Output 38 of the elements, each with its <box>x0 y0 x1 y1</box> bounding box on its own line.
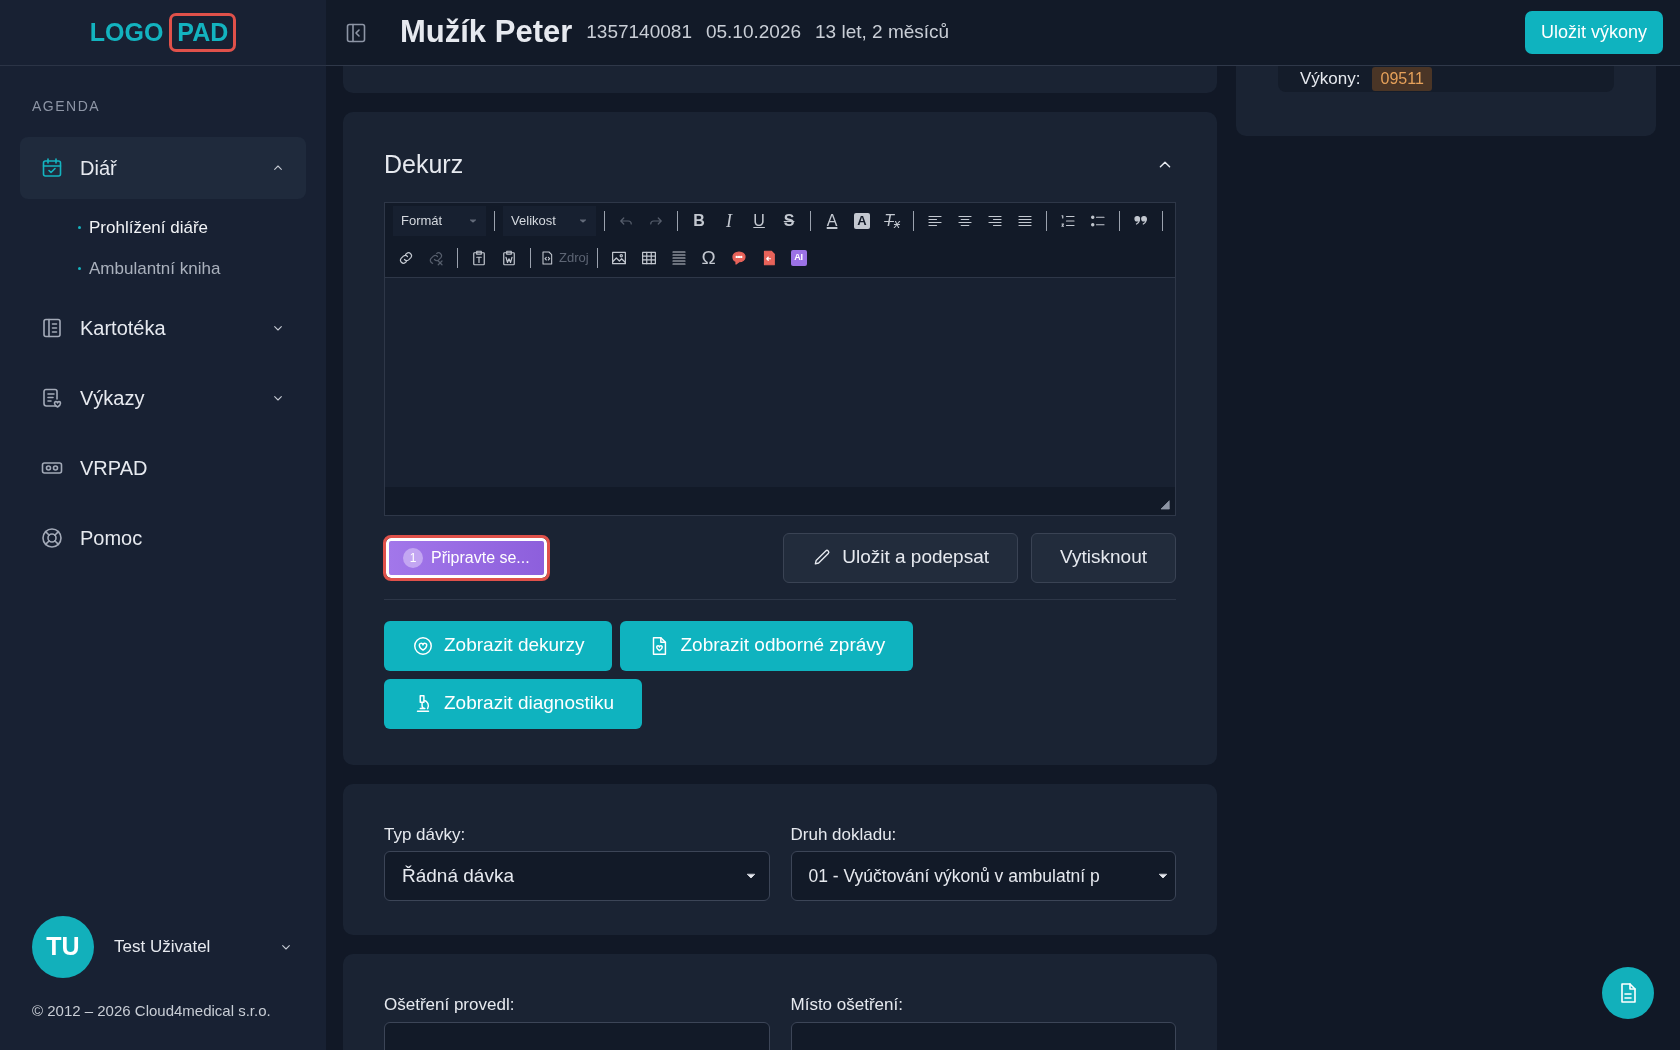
field-label: Druh dokladu: <box>790 823 898 846</box>
logo-text: LOGO <box>89 16 164 48</box>
sign-button[interactable]: Uložit a podepsat <box>783 532 1019 583</box>
dropdown[interactable]: Velikost <box>503 206 597 236</box>
patient-name: Mužík Peter <box>400 13 573 52</box>
text-color-button[interactable]: A <box>819 208 846 234</box>
card-title: Dekurz <box>384 149 464 180</box>
birth-date: 05.10.2026 <box>705 20 802 45</box>
copyright: © 2012 – 2026 Cloud4medical s.r.o. <box>31 1000 272 1021</box>
summary-label: Výkony: <box>1300 68 1361 91</box>
user-name: Test Uživatel <box>114 935 212 958</box>
sidebar-subitem[interactable]: Prohlížení diáře <box>78 207 326 248</box>
dropdown[interactable]: Formát <box>393 206 487 236</box>
bold-button[interactable]: B <box>686 208 713 234</box>
field-label: Typ dávky: <box>384 823 467 846</box>
sidebar-subitem[interactable]: Ambulantní kniha <box>78 248 326 289</box>
ai-button[interactable]: AI <box>790 250 807 266</box>
special-character-button[interactable]: Ω <box>695 245 722 271</box>
prepare-button[interactable]: 1 Připravte se... <box>386 537 547 578</box>
sidebar-item[interactable]: Pomoc <box>20 507 306 569</box>
sidebar-item[interactable]: Výkazy <box>20 367 306 429</box>
print-button[interactable]: Vytisknout <box>1031 532 1176 583</box>
section-label: AGENDA <box>31 97 102 116</box>
sidebar-item[interactable]: Kartotéka <box>20 297 306 359</box>
field-label: Místo ošetření: <box>790 994 904 1016</box>
logo-text: PAD <box>169 13 237 52</box>
strikethrough-button[interactable]: S <box>776 208 803 234</box>
background-color-button[interactable]: A <box>854 213 871 229</box>
patient-age: 13 let, 2 měsíců <box>815 20 950 45</box>
procedure-code: 09511 <box>1372 67 1432 91</box>
field-label: Ošetření provedl: <box>384 994 516 1016</box>
patient-id: 1357140081 <box>586 20 692 45</box>
sidebar-item[interactable]: VRPAD <box>20 437 306 499</box>
underline-button[interactable]: U <box>746 208 773 234</box>
select-field[interactable]: Řádná dávka <box>384 851 770 901</box>
italic-button[interactable]: I <box>716 208 743 234</box>
sidebar-item[interactable]: Diář <box>20 137 306 199</box>
select-field[interactable]: 01 - Vyúčtování výkonů v ambulatní p <box>790 851 1176 901</box>
